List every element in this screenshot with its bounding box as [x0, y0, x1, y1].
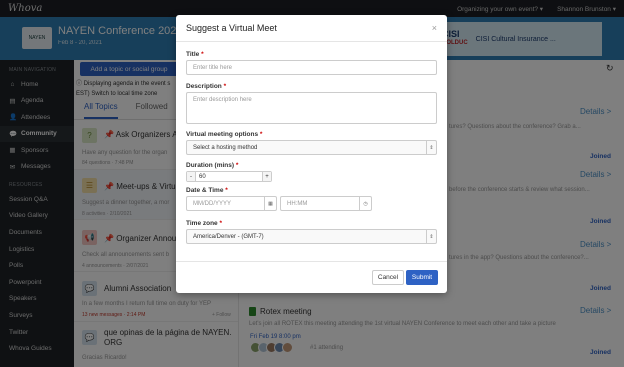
- chevron-down-icon: ⇕: [426, 230, 436, 243]
- cancel-button[interactable]: Cancel: [372, 270, 404, 285]
- time-input[interactable]: HH:MM ◷: [280, 196, 372, 211]
- calendar-icon[interactable]: ▦: [264, 197, 276, 210]
- hosting-method-select[interactable]: Select a hosting method ⇕: [186, 140, 437, 155]
- date-time-label: Date & Time *: [186, 187, 228, 194]
- clock-icon[interactable]: ◷: [359, 197, 371, 210]
- duration-label: Duration (mins) *: [186, 162, 239, 169]
- submit-button[interactable]: Submit: [406, 270, 438, 285]
- duration-decrement-button[interactable]: -: [187, 172, 196, 181]
- chevron-down-icon: ⇕: [426, 141, 436, 154]
- modal-title: Suggest a Virtual Meet: [186, 23, 277, 33]
- date-input[interactable]: MM/DD/YYYY ▦: [186, 196, 277, 211]
- meeting-options-label: Virtual meeting options *: [186, 131, 263, 138]
- close-icon[interactable]: ×: [432, 23, 437, 33]
- duration-value[interactable]: 60: [196, 174, 262, 180]
- duration-stepper[interactable]: - 60 +: [186, 171, 272, 182]
- suggest-virtual-meet-dialog: Suggest a Virtual Meet × Title * Enter t…: [176, 15, 447, 293]
- modal-header: Suggest a Virtual Meet ×: [176, 15, 447, 42]
- title-input[interactable]: Enter title here: [186, 60, 437, 75]
- timezone-select[interactable]: America/Denver - (GMT-7) ⇕: [186, 229, 437, 244]
- duration-increment-button[interactable]: +: [262, 172, 271, 181]
- description-label: Description *: [186, 83, 227, 90]
- modal-footer: Cancel Submit: [176, 261, 447, 293]
- timezone-label: Time zone *: [186, 220, 223, 227]
- title-label: Title *: [186, 51, 204, 58]
- description-textarea[interactable]: Enter description here: [186, 92, 437, 124]
